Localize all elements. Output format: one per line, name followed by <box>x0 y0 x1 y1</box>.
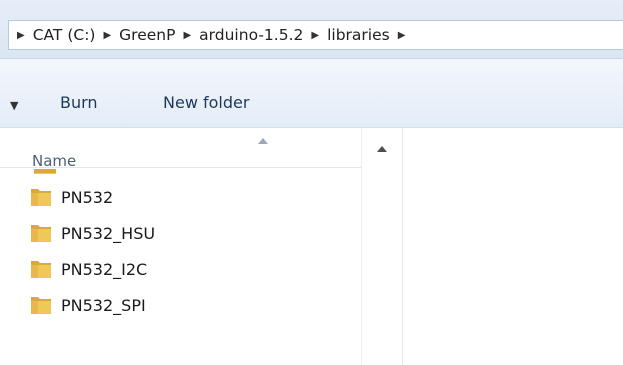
breadcrumb-label[interactable]: arduino-1.5.2 <box>199 26 303 44</box>
file-list-pane: Name PN532 PN532_HSU PN532_I2C PN532_SPI <box>0 128 362 365</box>
chevron-down-icon[interactable]: ▼ <box>10 99 18 112</box>
breadcrumb-item-root[interactable]: ▶ <box>17 30 33 41</box>
breadcrumb-label[interactable]: libraries <box>327 26 390 44</box>
folder-icon <box>30 187 52 207</box>
chevron-right-icon[interactable]: ▶ <box>183 30 191 41</box>
breadcrumb-item-greenp[interactable]: GreenP ▶ <box>119 26 199 44</box>
breadcrumb-item-drive[interactable]: CAT (C:) ▶ <box>33 26 119 44</box>
list-item[interactable]: PN532_SPI <box>30 290 350 320</box>
file-name: PN532_HSU <box>61 223 156 243</box>
burn-button[interactable]: Burn <box>60 93 98 112</box>
folder-icon <box>30 295 52 315</box>
list-item[interactable]: PN532_HSU <box>30 218 350 248</box>
list-item[interactable]: PN532 <box>30 182 350 212</box>
breadcrumb-label[interactable]: CAT (C:) <box>33 26 96 44</box>
breadcrumb[interactable]: ▶ CAT (C:) ▶ GreenP ▶ arduino-1.5.2 ▶ li… <box>8 20 623 50</box>
scroll-up-arrow-icon[interactable] <box>377 146 387 152</box>
column-header-row: Name <box>0 128 362 170</box>
file-name: PN532_I2C <box>61 259 148 279</box>
folder-icon <box>30 259 52 279</box>
file-name: PN532_SPI <box>61 295 146 315</box>
new-folder-button[interactable]: New folder <box>163 93 249 112</box>
breadcrumb-label[interactable]: GreenP <box>119 26 175 44</box>
column-divider[interactable] <box>361 128 362 365</box>
vertical-scrollbar[interactable] <box>368 128 402 365</box>
folder-icon <box>30 223 52 243</box>
preview-pane <box>402 128 623 365</box>
file-name: PN532 <box>61 187 114 207</box>
breadcrumb-item-arduino[interactable]: arduino-1.5.2 ▶ <box>199 26 327 44</box>
sort-ascending-icon <box>258 138 268 144</box>
chevron-right-icon[interactable]: ▶ <box>103 30 111 41</box>
chevron-right-icon[interactable]: ▶ <box>398 30 406 41</box>
folder-icon <box>34 166 56 174</box>
list-item[interactable]: PN532_I2C <box>30 254 350 284</box>
breadcrumb-item-libraries[interactable]: libraries ▶ <box>327 26 413 44</box>
address-bar: ▶ CAT (C:) ▶ GreenP ▶ arduino-1.5.2 ▶ li… <box>0 0 623 58</box>
chevron-right-icon[interactable]: ▶ <box>17 30 25 41</box>
chevron-right-icon[interactable]: ▶ <box>311 30 319 41</box>
command-bar: ▼ Burn New folder <box>0 58 623 128</box>
